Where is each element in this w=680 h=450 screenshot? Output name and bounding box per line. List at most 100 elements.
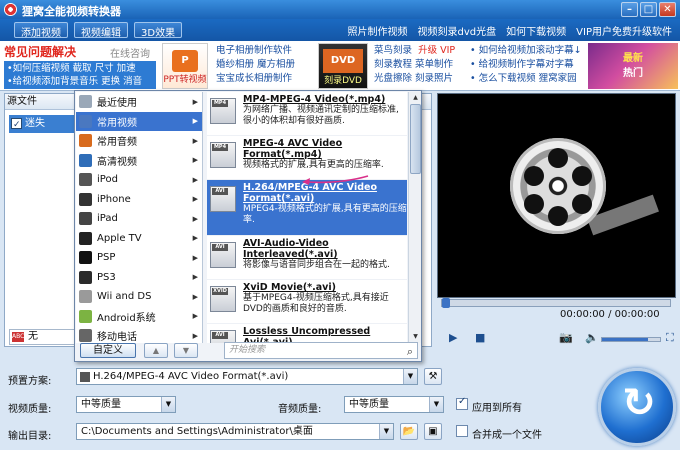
category-item[interactable]: 最近使用 ▶	[76, 92, 202, 112]
format-item[interactable]: XVID XviD Movie(*.avi) 基于MPEG4-视频压缩格式,具有接近…	[207, 280, 407, 324]
preset-select[interactable]: H.264/MPEG-4 AVC Video Format(*.avi) ▼	[76, 368, 418, 385]
upgrade-vip-link[interactable]: 升级 VIP	[418, 45, 455, 56]
rookie-burn-link[interactable]: 菜鸟刻录	[374, 45, 412, 56]
category-item[interactable]: 常用视频 ▶	[76, 111, 202, 131]
ppt-to-video-link[interactable]: P PPT转视频	[162, 43, 208, 89]
dvd-icon: DVD	[323, 49, 363, 73]
tip-link-3[interactable]: • 怎么下载视频 狸窝家园	[470, 72, 582, 86]
fullscreen-icon[interactable]: ⛶	[666, 331, 674, 345]
close-icon[interactable]: ✕	[659, 2, 676, 17]
maximize-icon[interactable]: □	[640, 2, 657, 17]
format-item[interactable]: AVI AVI-Audio-Video Interleaved(*.avi) 将影像…	[207, 236, 407, 280]
settings-icon[interactable]: ⚒	[424, 368, 442, 385]
submenu-arrow-icon: ▶	[192, 97, 198, 106]
wii-icon	[79, 290, 92, 304]
file-row[interactable]: 迷失	[9, 115, 81, 134]
video-format-icon: MP4	[210, 98, 236, 124]
output-dir-label: 输出目录:	[8, 431, 52, 442]
format-tag: XVID	[212, 288, 228, 295]
video-edit-button[interactable]: 视频编辑	[74, 22, 128, 39]
format-item[interactable]: AVILossless Uncompressed Avi(*.avi)主要用于用…	[207, 324, 407, 343]
category-item[interactable]: Android系统 ▶	[76, 307, 202, 327]
seek-knob[interactable]	[442, 298, 450, 308]
add-video-button[interactable]: 添加视频	[14, 22, 68, 39]
format-item[interactable]: MP4 MP4-MPEG-4 Video(*.mp4) 为网络广播、视频通讯定制的压…	[207, 92, 407, 136]
music-icon	[79, 134, 92, 148]
preset-value: H.264/MPEG-4 AVC Video Format(*.avi)	[93, 371, 289, 382]
seek-bar[interactable]	[441, 298, 671, 308]
tip-link-2[interactable]: • 给视频制作字幕对字幕	[470, 58, 582, 72]
stop-icon[interactable]: ■	[475, 331, 485, 344]
format-item[interactable]: AVI H.264/MPEG-4 AVC Video Format(*.avi) M…	[207, 180, 407, 236]
download-video-link[interactable]: 如何下载视频	[506, 23, 566, 38]
search-icon[interactable]: ⌕	[407, 344, 413, 359]
scroll-thumb[interactable]	[410, 104, 421, 174]
scroll-up-icon[interactable]: ▲	[410, 93, 421, 103]
category-item[interactable]: Wii and DS ▶	[76, 287, 202, 307]
custom-button[interactable]: 自定义	[80, 343, 136, 358]
vip-upgrade-link[interactable]: VIP用户免费升级软件	[576, 23, 672, 38]
minimize-icon[interactable]: –	[621, 2, 638, 17]
burn-link-row3[interactable]: 光盘擦除 刻录照片	[374, 72, 455, 86]
file-checkbox[interactable]	[11, 116, 22, 134]
3d-effect-button[interactable]: 3D效果	[134, 22, 183, 39]
submenu-arrow-icon: ▶	[192, 175, 198, 184]
snapshot-icon[interactable]: 📷	[559, 331, 573, 344]
format-search-input[interactable]: 开始搜索 ⌕	[224, 342, 418, 359]
category-item[interactable]: PS3 ▶	[76, 268, 202, 288]
convert-button[interactable]: ↻	[598, 368, 676, 446]
scroll-down-icon[interactable]: ▼	[410, 332, 421, 342]
folder-browse-icon[interactable]: 📂	[400, 423, 418, 440]
volume-icon[interactable]: 🔈	[585, 331, 599, 344]
burn-link-row2[interactable]: 刻录教程 菜单制作	[374, 58, 455, 72]
album-link-3[interactable]: 宝宝成长相册制作	[216, 72, 295, 86]
category-item[interactable]: iPad ▶	[76, 209, 202, 229]
format-description: 为网络广播、视频通讯定制的压缩标准,很小的体积却有很好画质.	[243, 105, 399, 126]
apply-all-label: 应用到所有	[472, 403, 522, 414]
video-quality-select[interactable]: 中等质量 ▼	[76, 396, 176, 413]
photo-to-video-link[interactable]: 照片制作视频	[348, 23, 408, 38]
format-description: 基于MPEG4-视频压缩格式,具有接近DVD的画质和良好的音质.	[243, 293, 389, 314]
app-logo-icon	[4, 3, 17, 16]
output-dir-select[interactable]: C:\Documents and Settings\Administrator\…	[76, 423, 394, 440]
category-label: Android系统	[97, 312, 156, 324]
album-link-2[interactable]: 婚纱相册 魔方相册	[216, 58, 295, 72]
preset-label: 预置方案:	[8, 376, 52, 387]
hd-icon	[79, 153, 92, 167]
category-label: Wii and DS	[97, 291, 152, 303]
tip-link-1[interactable]: • 如何给视频加滚动字幕↓	[470, 44, 582, 58]
format-description: 视频格式的扩展,具有更高的压缩率.	[243, 160, 384, 170]
submenu-arrow-icon: ▶	[192, 331, 198, 340]
apply-all-checkbox[interactable]	[456, 396, 468, 410]
album-link-1[interactable]: 电子相册制作软件	[216, 44, 295, 58]
faq-link-music[interactable]: •给视频添加背景音乐 更换 消音	[7, 75, 153, 88]
category-label: PS3	[97, 271, 116, 283]
faq-links: •如何压缩视频 截取 尺寸 加速 •给视频添加背景音乐 更换 消音	[4, 61, 156, 89]
video-format-icon: MP4	[210, 142, 236, 168]
category-label: 移动电话	[97, 332, 137, 344]
volume-slider[interactable]	[601, 337, 661, 342]
audio-track-select[interactable]: ABC 无	[9, 329, 79, 345]
play-icon[interactable]: ▶	[449, 331, 457, 344]
game-promo-banner[interactable]: 最新 热门	[588, 43, 678, 89]
nav-up-icon[interactable]: ▲	[144, 343, 168, 358]
category-item[interactable]: iPod ▶	[76, 170, 202, 190]
online-consult-link[interactable]: 在线咨询	[110, 45, 150, 60]
merge-checkbox[interactable]	[456, 425, 468, 437]
open-folder-icon[interactable]: ▣	[424, 423, 442, 440]
audio-quality-select[interactable]: 中等质量 ▼	[344, 396, 444, 413]
burn-dvd-link[interactable]: 视频刻录dvd光盘	[418, 23, 497, 38]
category-item[interactable]: 高清视频 ▶	[76, 151, 202, 171]
appletv-icon	[79, 231, 92, 245]
format-name: MPEG-4 AVC Video Format(*.mp4)	[243, 138, 343, 160]
faq-link-compress[interactable]: •如何压缩视频 截取 尺寸 加速	[7, 62, 153, 75]
category-item[interactable]: 常用音频 ▶	[76, 131, 202, 151]
burn-dvd-banner-link[interactable]: DVD 刻录DVD	[318, 43, 368, 89]
category-item[interactable]: iPhone ▶	[76, 190, 202, 210]
nav-down-icon[interactable]: ▼	[174, 343, 198, 358]
faq-panel: 常见问题解决 在线咨询 •如何压缩视频 截取 尺寸 加速 •给视频添加背景音乐 …	[4, 43, 156, 89]
category-item[interactable]: Apple TV ▶	[76, 229, 202, 249]
format-scrollbar[interactable]: ▲ ▼	[408, 92, 421, 343]
category-item[interactable]: PSP ▶	[76, 248, 202, 268]
video-format-icon: XVID	[210, 286, 236, 312]
